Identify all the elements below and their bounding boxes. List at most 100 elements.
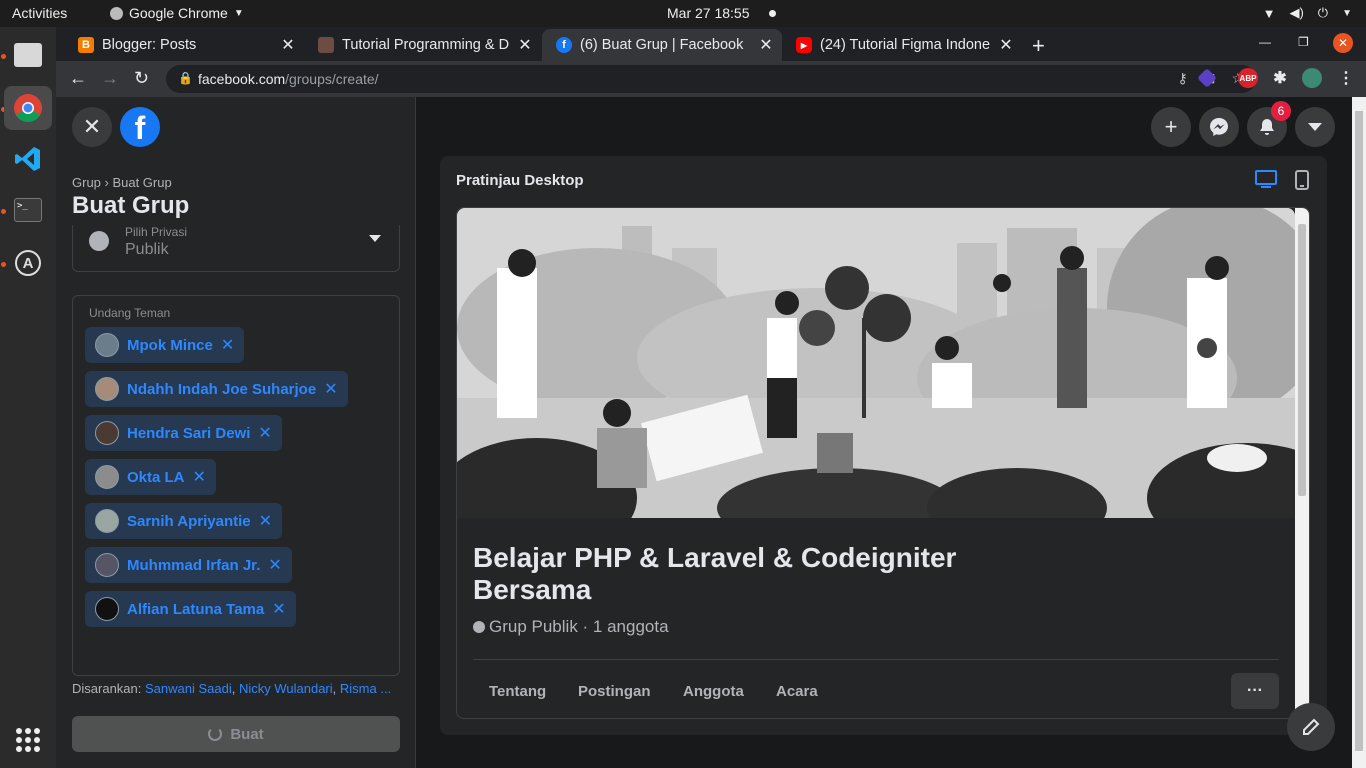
maximize-button[interactable]: ❐ — [1298, 35, 1309, 49]
terminal-icon: >_ — [14, 198, 42, 222]
remove-icon[interactable]: ✕ — [268, 555, 281, 575]
app-name: Google Chrome — [129, 5, 228, 21]
suggest-label: Disarankan: — [72, 681, 142, 696]
create-menu-button[interactable]: + — [1151, 107, 1191, 147]
more-options-button[interactable]: ··· — [1231, 673, 1279, 709]
terminal-app-icon[interactable]: >_ — [4, 188, 52, 232]
new-tab-button[interactable]: + — [1032, 33, 1045, 59]
tab-title: Tutorial Programming & D — [342, 37, 510, 53]
tab-events[interactable]: Acara — [776, 683, 818, 700]
messenger-button[interactable] — [1199, 107, 1239, 147]
wifi-icon: ▼ — [1262, 5, 1276, 21]
back-button[interactable]: ← — [69, 68, 87, 89]
chrome-app-icon[interactable] — [4, 86, 52, 130]
minimize-button[interactable]: — — [1259, 35, 1271, 49]
notification-badge: 6 — [1271, 101, 1291, 121]
tab-title: (24) Tutorial Figma Indone — [820, 37, 991, 53]
suggestion-link[interactable]: Risma ... — [340, 681, 391, 696]
messenger-icon — [1210, 118, 1228, 136]
remove-icon[interactable]: ✕ — [258, 423, 271, 443]
invitee-chip[interactable]: Okta LA ✕ — [85, 459, 216, 495]
close-icon[interactable]: ✕ — [996, 35, 1016, 55]
create-button[interactable]: Buat — [72, 716, 400, 752]
software-app-icon[interactable]: A — [4, 241, 52, 285]
forward-button[interactable]: → — [101, 68, 119, 89]
preview-scrollbar[interactable] — [1295, 208, 1309, 718]
create-group-sidebar: ✕ f Grup › Buat Grup Buat Grup Pilih Pri… — [56, 97, 416, 768]
window-close-button[interactable]: ✕ — [1333, 33, 1353, 53]
files-app-icon[interactable] — [4, 33, 52, 77]
close-icon[interactable]: ✕ — [756, 35, 776, 55]
tab-title: Blogger: Posts — [102, 37, 197, 53]
tab-about[interactable]: Tentang — [489, 683, 546, 700]
close-icon[interactable]: ✕ — [278, 35, 298, 55]
invitee-chip[interactable]: Sarnih Apriyantie ✕ — [85, 503, 283, 539]
remove-icon[interactable]: ✕ — [324, 379, 337, 399]
remove-icon[interactable]: ✕ — [193, 467, 206, 487]
clock[interactable]: Mar 27 18:55 — [667, 5, 750, 21]
desktop-icon[interactable] — [1255, 170, 1277, 190]
chrome-icon — [110, 6, 123, 20]
tab-facebook[interactable]: f (6) Buat Grup | Facebook ✕ — [542, 29, 782, 61]
avatar — [95, 421, 119, 445]
globe-icon — [473, 621, 485, 633]
new-message-button[interactable] — [1287, 703, 1335, 751]
remove-icon[interactable]: ✕ — [259, 511, 272, 531]
system-tray[interactable]: ▼ ◀) ⏻ ▼ — [1263, 5, 1352, 21]
invitee-name: Ndahh Indah Joe Suharjoe — [127, 380, 317, 398]
profile-avatar[interactable] — [1302, 68, 1322, 88]
tab-blogger[interactable]: B Blogger: Posts ✕ — [64, 29, 304, 61]
adblock-icon[interactable]: ABP — [1238, 68, 1258, 88]
group-name: Belajar PHP & Laravel & Codeigniter Bers… — [473, 542, 957, 605]
reload-button[interactable]: ↻ — [134, 68, 149, 89]
breadcrumb[interactable]: Grup › Buat Grup — [72, 175, 172, 190]
facebook-icon: f — [556, 37, 572, 53]
key-icon[interactable]: ⚷ — [1177, 70, 1187, 87]
mobile-icon[interactable] — [1295, 170, 1309, 190]
close-icon[interactable]: ✕ — [515, 35, 535, 55]
avatar — [95, 509, 119, 533]
show-applications-icon[interactable] — [16, 728, 40, 752]
tab-youtube[interactable]: ▶ (24) Tutorial Figma Indone ✕ — [782, 29, 1022, 61]
tab-members[interactable]: Anggota — [683, 683, 744, 700]
vscode-app-icon[interactable] — [4, 137, 52, 181]
account-menu-button[interactable] — [1295, 107, 1335, 147]
invite-friends-field[interactable]: Undang Teman Mpok Mince ✕ Ndahh Indah Jo… — [72, 295, 400, 676]
close-button[interactable]: ✕ — [72, 107, 112, 147]
software-center-icon: A — [15, 250, 41, 276]
tab-posts[interactable]: Postingan — [578, 683, 651, 700]
remove-icon[interactable]: ✕ — [272, 599, 285, 619]
address-bar[interactable]: 🔒 facebook.com/groups/create/ ⚷ ⊞ ☆ — [166, 65, 1256, 93]
bell-icon — [1260, 119, 1274, 135]
volume-icon: ◀) — [1289, 5, 1304, 20]
invitee-name: Mpok Mince — [127, 336, 213, 354]
invitee-chip[interactable]: Ndahh Indah Joe Suharjoe ✕ — [85, 371, 348, 407]
cover-illustration — [457, 208, 1295, 518]
page-scrollbar[interactable] — [1352, 97, 1366, 768]
invitee-chip[interactable]: Mpok Mince ✕ — [85, 327, 245, 363]
invitee-chip[interactable]: Hendra Sari Dewi ✕ — [85, 415, 282, 451]
privacy-label: Pilih Privasi — [125, 225, 188, 239]
menu-icon[interactable]: ⋮ — [1336, 68, 1356, 88]
url-text: facebook.com/groups/create/ — [198, 71, 379, 87]
remove-icon[interactable]: ✕ — [221, 335, 234, 355]
privacy-value: Publik — [125, 241, 169, 258]
avatar — [95, 553, 119, 577]
tab-tutorial-programming[interactable]: Tutorial Programming & D ✕ — [304, 29, 541, 61]
suggestion-link[interactable]: Sanwani Saadi — [145, 681, 232, 696]
suggestion-link[interactable]: Nicky Wulandari — [239, 681, 333, 696]
invitee-chip[interactable]: Alfian Latuna Tama ✕ — [85, 591, 296, 627]
app-menu[interactable]: Google Chrome ▼ — [110, 5, 244, 21]
page-title: Buat Grup — [72, 192, 190, 219]
compose-icon — [1303, 718, 1320, 735]
preview-area: + 6 Pratinjau Desktop Belajar PHP & Lara… — [417, 97, 1352, 768]
suggestions: Disarankan: Sanwani Saadi, Nicky Wulanda… — [72, 681, 392, 696]
invitee-chip[interactable]: Muhmmad Irfan Jr. ✕ — [85, 547, 292, 583]
facebook-logo[interactable]: f — [120, 107, 160, 147]
youtube-icon: ▶ — [796, 37, 812, 53]
activities-button[interactable]: Activities — [12, 5, 67, 21]
globe-icon — [89, 231, 109, 251]
puzzle-icon[interactable]: ✱ — [1270, 68, 1290, 88]
chrome-icon — [14, 94, 42, 122]
privacy-select[interactable]: Pilih Privasi Publik — [72, 225, 400, 272]
